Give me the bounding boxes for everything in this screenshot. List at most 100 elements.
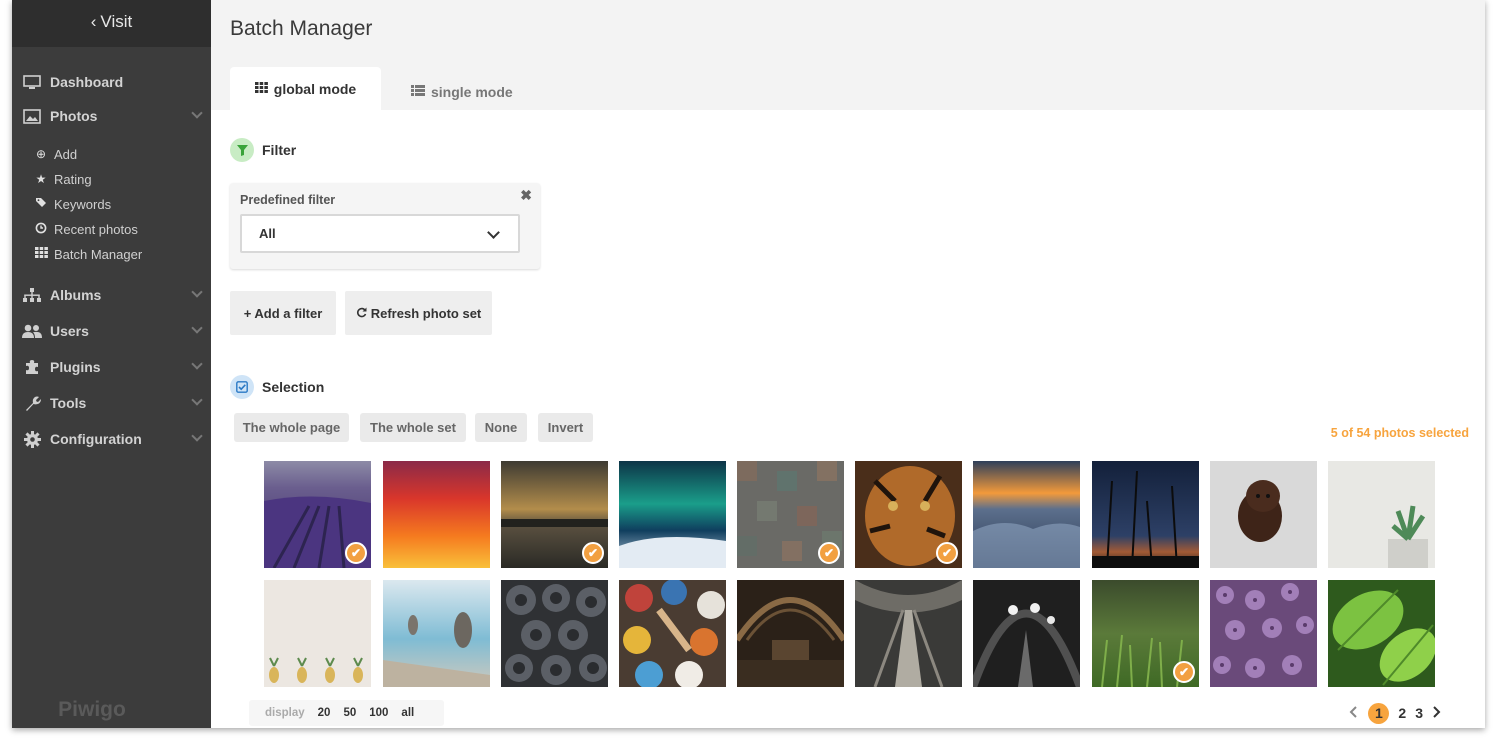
- wrench-icon: [22, 395, 42, 412]
- sidebar-subitem-label: Add: [54, 146, 78, 162]
- selected-check-icon: ✔: [1173, 661, 1195, 683]
- sidebar-item-label: Users: [50, 323, 89, 339]
- photo-thumbnail[interactable]: [1092, 461, 1199, 568]
- checkbox-checked-icon: [230, 375, 254, 399]
- plus-circle-icon: ⊕: [35, 147, 47, 161]
- chevron-down-icon: [191, 286, 203, 298]
- selection-count: 5 of 54 photos selected: [1330, 426, 1469, 440]
- refresh-label: Refresh photo set: [370, 305, 482, 321]
- chevron-left-icon[interactable]: [1349, 705, 1358, 721]
- chevron-right-icon[interactable]: [1432, 705, 1441, 721]
- selected-check-icon: ✔: [818, 542, 840, 564]
- sidebar-subitem-add[interactable]: ⊕ Add: [34, 143, 77, 165]
- chevron-down-icon: [487, 226, 500, 239]
- photo-thumbnail[interactable]: ✔: [1092, 580, 1199, 687]
- sidebar-item-label: Dashboard: [50, 74, 124, 90]
- sidebar-item-users[interactable]: Users: [12, 316, 211, 346]
- sidebar-subitem-keywords[interactable]: Keywords: [34, 193, 111, 215]
- sidebar-subitem-label: Batch Manager: [54, 246, 143, 262]
- pagination: 1 2 3: [1349, 700, 1441, 726]
- gear-icon: [22, 430, 42, 448]
- select-whole-page-button[interactable]: The whole page: [234, 413, 349, 442]
- sidebar-subitem-label: Rating: [54, 171, 92, 187]
- sidebar-item-configuration[interactable]: Configuration: [12, 424, 211, 454]
- tab-global-mode[interactable]: global mode: [230, 67, 381, 110]
- filter-heading: Filter: [230, 138, 296, 162]
- visit-link[interactable]: ‹ Visit: [12, 0, 211, 47]
- visit-label: Visit: [100, 11, 133, 31]
- sidebar-subitem-rating[interactable]: ★ Rating: [34, 168, 92, 190]
- photo-thumbnail[interactable]: [1210, 580, 1317, 687]
- display-option-20[interactable]: 20: [318, 707, 331, 719]
- select-whole-set-button[interactable]: The whole set: [360, 413, 466, 442]
- page-3[interactable]: 3: [1415, 705, 1423, 721]
- tab-label: single mode: [431, 83, 513, 100]
- select-invert-button[interactable]: Invert: [538, 413, 593, 442]
- display-option-50[interactable]: 50: [343, 707, 356, 719]
- photo-thumbnail[interactable]: [501, 580, 608, 687]
- sidebar-item-tools[interactable]: Tools: [12, 388, 211, 418]
- piwigo-logo: Piwigo: [12, 698, 172, 722]
- users-icon: [22, 324, 42, 339]
- tab-single-mode[interactable]: single mode: [411, 70, 513, 113]
- grid-icon: [254, 81, 268, 96]
- puzzle-icon: [22, 359, 42, 375]
- sidebar-item-label: Tools: [50, 395, 87, 411]
- display-option-100[interactable]: 100: [369, 707, 388, 719]
- predefined-filter-value: All: [259, 226, 276, 241]
- brand-text: Piwigo: [58, 698, 126, 721]
- predefined-filter-panel: Predefined filter ✖ All: [230, 183, 540, 269]
- tags-icon: [34, 197, 48, 211]
- sidebar-item-label: Plugins: [50, 359, 101, 375]
- add-filter-button[interactable]: + Add a filter: [230, 291, 336, 335]
- refresh-icon: [356, 306, 367, 321]
- photo-thumbnail[interactable]: [1328, 461, 1435, 568]
- select-none-button[interactable]: None: [475, 413, 527, 442]
- select-whole-set-label: The whole set: [370, 420, 456, 435]
- chevron-down-icon: [191, 107, 203, 119]
- refresh-photo-set-button[interactable]: Refresh photo set: [345, 291, 492, 335]
- add-filter-label: + Add a filter: [243, 305, 323, 321]
- photo-thumbnail[interactable]: [619, 580, 726, 687]
- predefined-filter-label: Predefined filter: [240, 193, 336, 207]
- display-option-all[interactable]: all: [401, 707, 414, 719]
- list-icon: [411, 84, 425, 99]
- photo-thumbnail[interactable]: [855, 580, 962, 687]
- filter-heading-label: Filter: [262, 142, 297, 158]
- chevron-down-icon: [191, 322, 203, 334]
- photo-thumbnail[interactable]: [264, 580, 371, 687]
- page-1-current[interactable]: 1: [1368, 702, 1390, 724]
- selected-check-icon: ✔: [936, 542, 958, 564]
- close-icon[interactable]: ✖: [520, 187, 532, 204]
- photo-thumbnail[interactable]: [1328, 580, 1435, 687]
- sidebar-item-albums[interactable]: Albums: [12, 280, 211, 310]
- filter-icon: [230, 138, 254, 162]
- photo-thumbnail[interactable]: [973, 580, 1080, 687]
- photo-thumbnail[interactable]: ✔: [501, 461, 608, 568]
- photo-thumbnail[interactable]: ✔: [855, 461, 962, 568]
- chevron-down-icon: [191, 394, 203, 406]
- sidebar-item-label: Albums: [50, 287, 102, 303]
- select-invert-label: Invert: [547, 420, 584, 435]
- selected-check-icon: ✔: [582, 542, 604, 564]
- photo-thumbnail[interactable]: [1210, 461, 1317, 568]
- page-2[interactable]: 2: [1398, 705, 1406, 721]
- photo-thumbnail[interactable]: [973, 461, 1080, 568]
- photo-thumbnail[interactable]: [383, 580, 490, 687]
- sidebar-subitem-label: Recent photos: [54, 221, 138, 237]
- selection-heading: Selection: [230, 375, 324, 399]
- main-content: Batch Manager global mode single mode Fi…: [211, 0, 1485, 728]
- tab-label: global mode: [273, 80, 357, 97]
- sidebar-item-plugins[interactable]: Plugins: [12, 352, 211, 382]
- predefined-filter-select[interactable]: All: [240, 214, 520, 253]
- photo-thumbnail[interactable]: [619, 461, 726, 568]
- photo-thumbnail[interactable]: [383, 461, 490, 568]
- photo-thumbnail[interactable]: ✔: [737, 461, 844, 568]
- sidebar-subitem-recent-photos[interactable]: Recent photos: [34, 218, 138, 240]
- photo-thumbnail[interactable]: [737, 580, 844, 687]
- sidebar-item-photos[interactable]: Photos: [12, 101, 211, 131]
- photo-thumbnail[interactable]: ✔: [264, 461, 371, 568]
- sidebar-item-dashboard[interactable]: Dashboard: [12, 67, 211, 97]
- image-icon: [22, 108, 42, 124]
- sidebar-subitem-batch-manager[interactable]: Batch Manager: [34, 243, 142, 265]
